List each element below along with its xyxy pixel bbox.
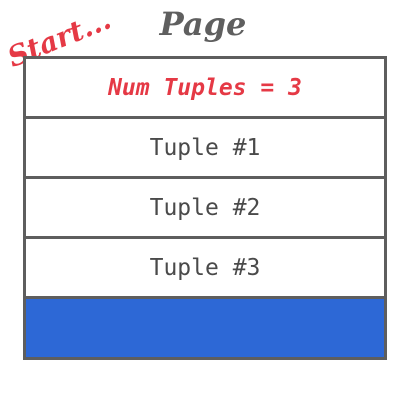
page-title-text: Page — [159, 5, 247, 43]
free-space-region — [26, 299, 384, 357]
page-header-row: Num Tuples = 3 — [26, 59, 384, 119]
tuple-row-3: Tuple #3 — [26, 239, 384, 299]
tuple-row-1: Tuple #1 — [26, 119, 384, 179]
tuple-row-2: Tuple #2 — [26, 179, 384, 239]
page-title: Page — [0, 8, 406, 40]
page-block: Num Tuples = 3 Tuple #1 Tuple #2 Tuple #… — [23, 56, 387, 360]
